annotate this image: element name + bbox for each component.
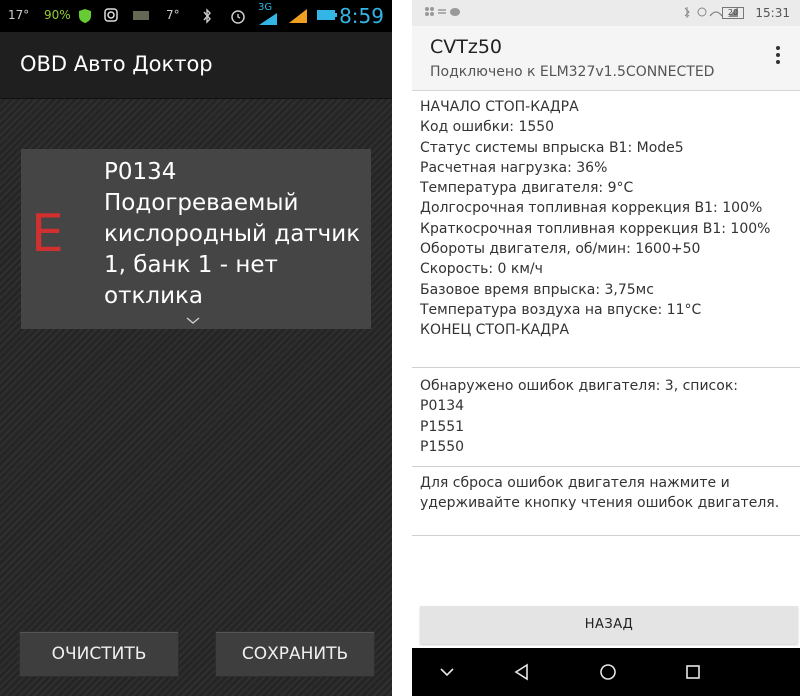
freeze-frame-line: Температура воздуха на впуске: 11°C xyxy=(420,301,702,318)
freeze-frame-line: КОНЕЦ СТОП-КАДРА xyxy=(420,322,570,339)
alarm-icon xyxy=(230,8,246,27)
battery-icon xyxy=(316,8,338,25)
freeze-frame-line: Базовое время впрыска: 3,75мс xyxy=(420,281,654,298)
error-card[interactable]: E P0134 Подогреваемый кислородный датчик… xyxy=(21,149,371,329)
save-button[interactable]: СОХРАНИТЬ xyxy=(215,631,375,677)
reset-hint: Для сброса ошибок двигателя нажмите и уд… xyxy=(420,475,780,512)
report-content: НАЧАЛО СТОП-КАДРА Код ошибки: 1550 Стату… xyxy=(412,93,800,536)
freeze-frame-block: НАЧАЛО СТОП-КАДРА Код ошибки: 1550 Стату… xyxy=(412,93,800,368)
status-battery-percent: 90% xyxy=(44,8,71,22)
bluetooth-icon xyxy=(202,8,212,27)
hide-keyboard-icon[interactable] xyxy=(437,662,457,682)
error-type-letter: E xyxy=(31,204,64,264)
action-bar: OBD Авто Доктор xyxy=(0,32,392,99)
home-nav-icon[interactable] xyxy=(598,662,618,682)
back-button[interactable]: НАЗАД xyxy=(420,606,798,644)
back-nav-icon[interactable] xyxy=(512,662,532,682)
freeze-frame-line: Скорость: 0 км/ч xyxy=(420,261,543,278)
freeze-frame-line: Статус системы впрыска B1: Mode5 xyxy=(420,139,684,156)
error-code-item: P1550 xyxy=(420,438,465,455)
more-options-icon[interactable] xyxy=(776,46,780,67)
clock: 8:59 xyxy=(339,4,384,28)
status-bar: 20 15:31 xyxy=(412,0,800,26)
freeze-frame-line: Долгосрочная топливная коррекция B1: 100… xyxy=(420,200,763,217)
error-code-item: P1551 xyxy=(420,418,465,435)
clock: 15:31 xyxy=(755,6,790,20)
status-temp: 17° xyxy=(8,8,30,22)
left-phone-screen: 17° 90% 7° 3G 8:59 OBD Авто Доктор E P01… xyxy=(0,0,392,696)
shield-icon xyxy=(78,8,92,27)
status-bar: 17° 90% 7° 3G 8:59 xyxy=(0,0,392,32)
instagram-icon xyxy=(104,8,118,25)
reset-hint-block: Для сброса ошибок двигателя нажмите и уд… xyxy=(412,467,800,536)
weather-temp: 7° xyxy=(166,8,180,22)
chevron-down-icon[interactable] xyxy=(186,314,200,328)
notification-icons xyxy=(424,6,466,21)
error-code-item: P0134 xyxy=(420,398,465,415)
app-bar: CVTz50 Подключено к ELM327v1.5CONNECTED xyxy=(412,26,800,91)
app-title: OBD Авто Доктор xyxy=(20,52,213,76)
errors-count-line: Обнаружено ошибок двигателя: 3, список: xyxy=(420,378,738,394)
freeze-frame-line: Расчетная нагрузка: 36% xyxy=(420,159,608,176)
freeze-frame-line: Код ошибки: 1550 xyxy=(420,119,555,136)
errors-found-block: Обнаружено ошибок двигателя: 3, список: … xyxy=(412,368,800,467)
signal-icon xyxy=(288,8,308,27)
freeze-frame-line: НАЧАЛО СТОП-КАДРА xyxy=(420,99,579,115)
error-code: P0134 xyxy=(104,159,177,185)
app-icon xyxy=(132,8,150,25)
app-title: CVTz50 xyxy=(430,36,503,58)
freeze-frame-line: Краткосрочная топливная коррекция B1: 10… xyxy=(420,220,771,237)
freeze-frame-line: Температура двигателя: 9°C xyxy=(420,180,634,197)
error-description: Подогреваемый кислородный датчик 1, банк… xyxy=(104,190,361,309)
battery-indicator: 20 xyxy=(722,7,744,19)
clear-button[interactable]: ОЧИСТИТЬ xyxy=(19,631,179,677)
recent-apps-icon[interactable] xyxy=(683,662,703,682)
signal-3g-icon xyxy=(258,12,278,29)
connection-status: Подключено к ELM327v1.5CONNECTED xyxy=(430,64,715,80)
right-phone-screen: 20 15:31 CVTz50 Подключено к ELM327v1.5C… xyxy=(412,0,800,696)
navigation-bar xyxy=(412,648,800,696)
freeze-frame-line: Обороты двигателя, об/мин: 1600+50 xyxy=(420,241,701,258)
